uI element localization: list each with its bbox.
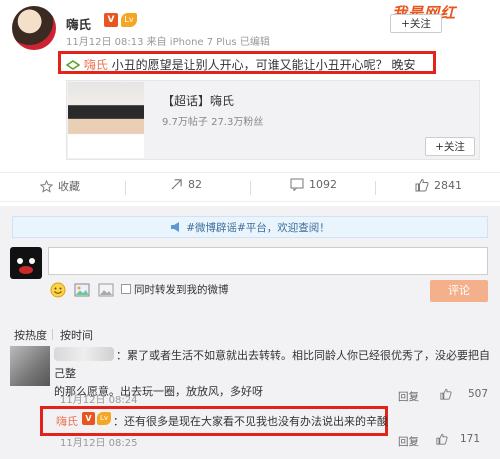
notice-banner[interactable]: #微博辟谣#平台，欢迎查阅！ — [12, 216, 488, 238]
like-button[interactable]: 2841 — [415, 178, 462, 192]
level-badge-icon: Lv — [121, 13, 137, 27]
thumbs-up-icon — [415, 178, 429, 192]
post-meta: 11月12日 08:13 来自 iPhone 7 Plus 已编辑 — [66, 37, 270, 48]
card-follow-button[interactable]: +关注 — [425, 137, 475, 156]
repost-count: 82 — [188, 178, 202, 191]
card-thumbnail[interactable] — [68, 82, 144, 158]
sort-by-time[interactable]: 按时间 — [60, 327, 93, 343]
post-text: 嗨氏 小丑的愿望是让别人开心，可谁又能让小丑开心呢？ 晚安 — [66, 56, 416, 73]
reply-author[interactable]: 嗨氏 — [56, 413, 78, 429]
reply-label: 回复 — [398, 436, 419, 448]
super-topic-icon — [66, 60, 80, 70]
star-icon — [40, 179, 53, 193]
favorite-button[interactable]: 收藏 — [40, 178, 80, 194]
like-count: 2841 — [434, 178, 462, 192]
comment-icon — [290, 178, 304, 191]
divider — [250, 181, 251, 195]
emoji-icon[interactable] — [50, 282, 66, 298]
commenter-avatar[interactable] — [10, 346, 50, 386]
comment-like-button[interactable]: 507 — [440, 388, 488, 400]
thumbs-up-icon — [436, 433, 448, 445]
author-avatar[interactable] — [12, 6, 56, 50]
topic-link[interactable]: 嗨氏 — [84, 58, 108, 72]
sort-by-hot[interactable]: 按热度 — [14, 327, 47, 343]
submit-comment-button[interactable]: 评论 — [430, 280, 488, 302]
like-count: 507 — [468, 388, 489, 400]
comment-input[interactable] — [48, 247, 488, 275]
reply-text: ：还有很多是现在大家看不见我也没有办法说出来的辛酸 — [113, 415, 388, 428]
card-stats: 9.7万帖子 27.3万粉丝 — [162, 117, 264, 128]
post-body: 小丑的愿望是让别人开心，可谁又能让小丑开心呢？ 晚安 — [111, 58, 416, 72]
follow-button-label: +关注 — [401, 18, 431, 30]
reply-like-button[interactable]: 171 — [436, 433, 480, 445]
comment-button[interactable]: 1092 — [290, 178, 337, 191]
follow-button[interactable]: +关注 — [390, 14, 442, 33]
megaphone-icon — [171, 222, 180, 232]
comment-count: 1092 — [309, 178, 337, 191]
reply-label: 回复 — [398, 391, 419, 403]
repost-button[interactable]: 82 — [170, 178, 202, 191]
notice-text: #微博辟谣#平台，欢迎查阅！ — [186, 221, 330, 234]
thumbs-up-icon — [440, 388, 452, 400]
verified-badge-icon: V — [104, 13, 118, 27]
verified-badge-icon: V — [82, 412, 95, 425]
reply-reply-button[interactable]: 回复 — [398, 434, 419, 449]
card-title[interactable]: 【超话】嗨氏 — [162, 92, 234, 109]
favorite-label: 收藏 — [58, 180, 80, 193]
repost-icon — [171, 179, 182, 190]
reply-timestamp: 11月12日 08:25 — [60, 438, 138, 449]
divider — [125, 181, 126, 195]
card-follow-label: +关注 — [435, 141, 465, 153]
comment-reply-button[interactable]: 回复 — [398, 389, 419, 404]
repost-checkbox[interactable] — [121, 284, 131, 294]
comment-line-1: ：累了或者生活不如意就出去转转。相比同龄人你已经很优秀了，没必要把自己整 — [54, 349, 490, 380]
repost-checkbox-label: 同时转发到我的微博 — [134, 284, 229, 296]
like-count: 171 — [460, 433, 481, 445]
divider — [52, 329, 53, 340]
picture-icon[interactable] — [98, 282, 114, 298]
image-upload-icon[interactable] — [74, 282, 90, 298]
level-badge-icon: Lv — [97, 412, 111, 425]
divider — [375, 181, 376, 195]
author-name[interactable]: 嗨氏 — [66, 14, 91, 33]
comment-timestamp: 11月12日 08:24 — [60, 395, 138, 406]
user-avatar[interactable] — [10, 247, 42, 279]
